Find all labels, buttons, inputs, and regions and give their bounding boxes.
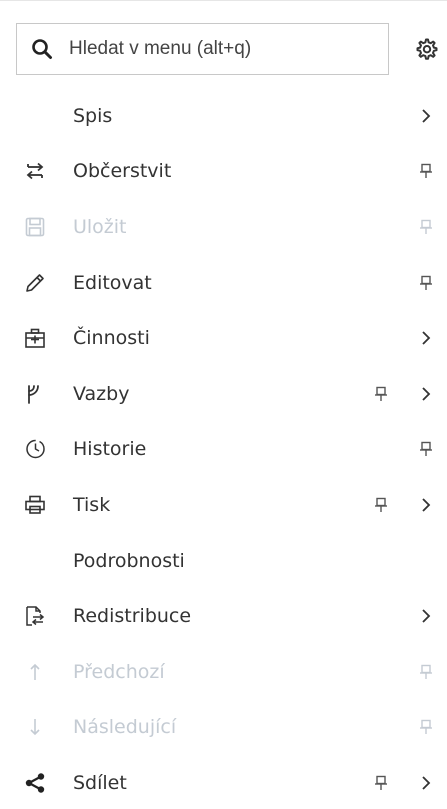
chevron-right-icon[interactable] <box>420 775 432 791</box>
context-menu: Spis Občerstvit <box>0 0 447 809</box>
pin-icon <box>420 664 432 679</box>
share-icon <box>25 773 45 793</box>
arrow-up-icon <box>30 663 40 680</box>
menu-item-label: Občerstvit <box>73 160 172 183</box>
menu-item-label: Spis <box>73 104 113 127</box>
menu-item-label: Editovat <box>73 271 152 294</box>
menu-item-obcerstvit[interactable]: Občerstvit <box>0 144 447 200</box>
gear-icon[interactable] <box>413 36 439 62</box>
refresh-icon <box>26 163 44 180</box>
menu-item-cinnosti[interactable]: Činnosti <box>0 310 447 366</box>
menu-list: Spis Občerstvit Uložit Editovat Činnosti… <box>0 88 447 809</box>
menu-item-historie[interactable]: Historie <box>0 422 447 478</box>
pin-icon[interactable] <box>374 775 388 791</box>
menu-item-sdilet[interactable]: Sdílet <box>0 755 447 809</box>
chevron-right-icon[interactable] <box>420 330 432 346</box>
pin-icon[interactable] <box>419 275 433 291</box>
chevron-right-icon[interactable] <box>420 108 432 124</box>
printer-icon <box>25 495 45 514</box>
pin-icon <box>420 219 432 234</box>
save-icon <box>25 217 45 237</box>
pencil-icon <box>26 273 44 292</box>
chevron-right-icon[interactable] <box>420 608 432 624</box>
pin-icon[interactable] <box>419 163 433 179</box>
menu-item-label: Předchozí <box>73 660 165 683</box>
menu-item-ulozit: Uložit <box>0 199 447 255</box>
menu-item-spis[interactable]: Spis <box>0 88 447 144</box>
pin-icon[interactable] <box>374 497 388 513</box>
file-transfer-icon <box>26 606 45 626</box>
menu-item-label: Sdílet <box>73 771 127 794</box>
menu-item-label: Historie <box>73 438 147 461</box>
pin-icon[interactable] <box>419 441 433 457</box>
pin-icon <box>420 720 432 735</box>
search-row <box>0 1 447 81</box>
chevron-right-icon[interactable] <box>420 497 432 513</box>
menu-item-label: Vazby <box>73 382 130 405</box>
menu-item-label: Redistribuce <box>73 605 192 628</box>
menu-item-tisk[interactable]: Tisk <box>0 477 447 533</box>
history-icon <box>26 440 45 459</box>
menu-item-label: Podrobnosti <box>73 549 185 572</box>
search-input[interactable] <box>69 32 379 66</box>
menu-item-label: Tisk <box>73 493 111 516</box>
pin-icon[interactable] <box>374 386 388 402</box>
briefcase-plus-icon <box>25 328 45 348</box>
chevron-right-icon[interactable] <box>420 386 432 402</box>
menu-item-editovat[interactable]: Editovat <box>0 255 447 311</box>
menu-item-vazby[interactable]: Vazby <box>0 366 447 422</box>
menu-item-podrobnosti[interactable]: Podrobnosti <box>0 533 447 589</box>
menu-item-redistribuce[interactable]: Redistribuce <box>0 588 447 644</box>
branch-icon <box>28 384 39 404</box>
menu-item-predchozi: Předchozí <box>0 644 447 700</box>
menu-item-nasledujici: Následující <box>0 700 447 756</box>
menu-item-label: Následující <box>73 716 177 739</box>
menu-item-label: Činnosti <box>73 327 150 350</box>
menu-item-label: Uložit <box>73 215 127 238</box>
search-icon <box>32 39 52 59</box>
arrow-down-icon <box>30 719 40 736</box>
search-box[interactable] <box>16 23 389 75</box>
